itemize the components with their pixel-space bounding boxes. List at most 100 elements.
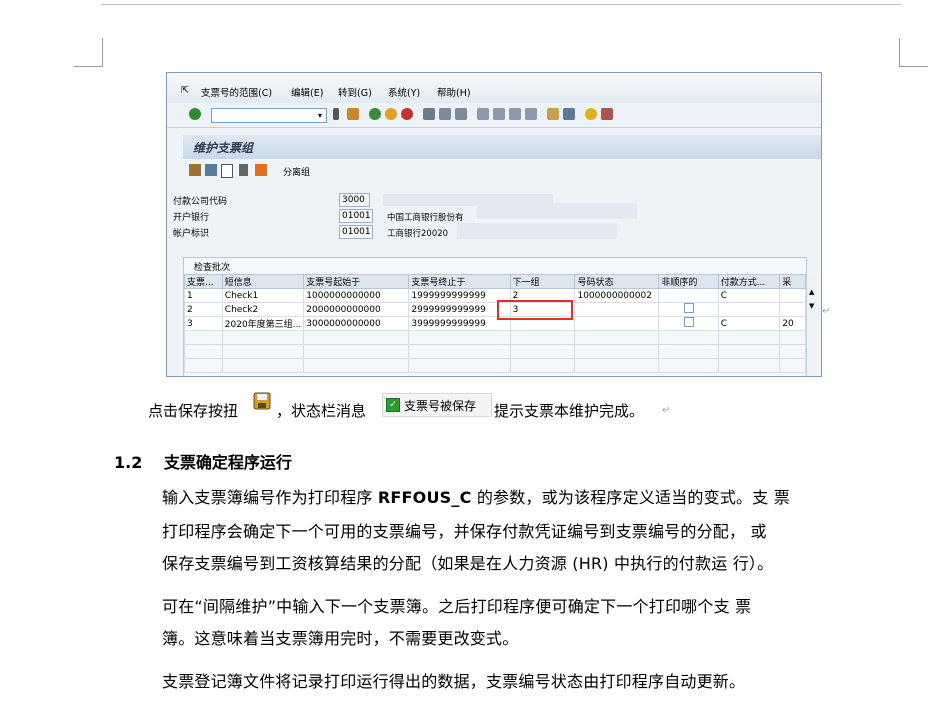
- chevron-down-icon[interactable]: ▾: [314, 109, 326, 122]
- delete-icon[interactable]: [239, 164, 248, 176]
- screen-title: 维护支票组: [193, 141, 254, 155]
- menu-item-edit[interactable]: 编辑(E): [291, 85, 323, 99]
- cell-non-sequential[interactable]: [658, 316, 719, 331]
- previous-page-icon[interactable]: [493, 108, 505, 120]
- paragraph-line: 输入支票簿编号作为打印程序 RFFOUS_C 的参数，或为该程序定义适当的变式。…: [162, 484, 790, 508]
- account-id-description: 工商银行20020: [387, 229, 449, 239]
- col-header-short-info[interactable]: 短信息: [221, 274, 305, 289]
- cell-from[interactable]: 2000000000000: [303, 302, 410, 317]
- paragraph-line: 保存支票编号到工资核算结果的分配（如果是在人力资源 (HR) 中执行的付款运 行…: [162, 554, 774, 573]
- cell-lot[interactable]: 3: [184, 316, 223, 331]
- last-page-icon[interactable]: [525, 108, 537, 120]
- sap-standard-toolbar: ▾: [167, 103, 821, 128]
- col-header-next-lot[interactable]: 下一组: [509, 274, 576, 289]
- col-header-number-status[interactable]: 号码状态: [574, 274, 660, 289]
- check-lots-table: 支票... 短信息 支票号起始于 支票号终止于 下一组 号码状态 非顺序的 付款…: [184, 274, 806, 373]
- next-page-icon[interactable]: [509, 108, 521, 120]
- split-group-icon[interactable]: [255, 164, 267, 176]
- details-icon[interactable]: [205, 164, 217, 176]
- back-icon[interactable]: [369, 108, 381, 120]
- new-session-icon[interactable]: [547, 108, 559, 120]
- col-header-non-sequential[interactable]: 非顺序的: [658, 274, 719, 289]
- non-sequential-checkbox[interactable]: [683, 303, 694, 313]
- cell-number-status[interactable]: [574, 316, 660, 331]
- first-page-icon[interactable]: [477, 108, 489, 120]
- cell-short-info[interactable]: Check2: [221, 302, 305, 317]
- save-icon[interactable]: [347, 108, 359, 120]
- paragraph-line: 支票登记簿文件将记录打印运行得出的数据，支票编号状态由打印程序自动更新。: [162, 672, 746, 691]
- cell-from[interactable]: 3000000000000: [303, 316, 410, 331]
- command-field[interactable]: ▾: [211, 108, 327, 123]
- menu-item-cheque-range[interactable]: 支票号的范围(C): [201, 85, 272, 99]
- text-fragment: 的参数，或为该程序定义适当的变式。支 票: [471, 488, 790, 507]
- highlight-box: [497, 300, 573, 320]
- exit-icon[interactable]: [385, 108, 397, 120]
- enter-icon[interactable]: [189, 108, 201, 120]
- house-bank-field[interactable]: 01001: [339, 209, 373, 223]
- cell-lot[interactable]: 2: [184, 302, 223, 317]
- cell-non-sequential[interactable]: [658, 302, 719, 317]
- menu-exit-icon[interactable]: ⇱: [181, 85, 189, 96]
- cell-to[interactable]: 2999999999999: [408, 302, 511, 317]
- table-row-empty[interactable]: [184, 358, 806, 373]
- table-row[interactable]: 2 Check2 2000000000000 2999999999999 3: [184, 302, 806, 317]
- menu-item-system[interactable]: 系统(Y): [388, 85, 420, 99]
- col-header-to[interactable]: 支票号终止于: [408, 274, 511, 289]
- company-code-field[interactable]: 3000: [339, 193, 370, 207]
- new-entries-icon[interactable]: [221, 164, 233, 178]
- cell-payment-method[interactable]: [717, 302, 781, 317]
- check-icon: ✓: [386, 398, 400, 412]
- cell-to[interactable]: 3999999999999: [408, 316, 511, 331]
- help-icon[interactable]: [585, 108, 597, 120]
- split-group-label[interactable]: 分离组: [283, 165, 310, 178]
- cell-short-info[interactable]: 2020年度第三组...: [221, 316, 305, 331]
- scroll-down-icon[interactable]: ▼: [809, 302, 814, 310]
- col-header-payment-method[interactable]: 付款方式...: [717, 274, 781, 289]
- cell-non-sequential[interactable]: [658, 288, 719, 303]
- cell-purchase[interactable]: 20: [779, 316, 806, 331]
- scroll-up-icon[interactable]: ▲: [809, 288, 814, 296]
- group-title: 检查批次: [194, 263, 231, 273]
- find-icon[interactable]: [439, 108, 451, 120]
- cell-purchase[interactable]: [779, 302, 806, 317]
- col-header-purchase[interactable]: 采: [779, 274, 806, 289]
- col-header-lot[interactable]: 支票...: [184, 274, 223, 289]
- shortcut-icon[interactable]: [563, 108, 575, 120]
- menu-item-help[interactable]: 帮助(H): [437, 85, 471, 99]
- table-row[interactable]: 3 2020年度第三组... 3000000000000 39999999999…: [184, 316, 806, 331]
- paragraph-line: 簿。这意味着当支票簿用完时，不需要更改变式。: [162, 629, 519, 648]
- cell-purchase[interactable]: [779, 288, 806, 303]
- crop-mark-right: [899, 38, 928, 67]
- table-row[interactable]: 1 Check1 1000000000000 1999999999999 2 1…: [184, 288, 806, 303]
- find-next-icon[interactable]: [455, 108, 467, 120]
- table-row-empty[interactable]: [184, 344, 806, 359]
- text-fragment: 提示支票本维护完成。: [494, 402, 645, 420]
- sap-title-bar: 维护支票组: [183, 135, 821, 159]
- cell-short-info[interactable]: Check1: [221, 288, 305, 303]
- arrow-left-icon[interactable]: [333, 108, 339, 120]
- account-id-field[interactable]: 01001: [339, 225, 373, 239]
- cell-number-status[interactable]: 1000000000002: [574, 288, 660, 303]
- cell-to[interactable]: 1999999999999: [408, 288, 511, 303]
- text-fragment: 输入支票簿编号作为打印程序: [162, 488, 378, 507]
- cell-from[interactable]: 1000000000000: [303, 288, 410, 303]
- sap-menubar: ⇱ 支票号的范围(C) 编辑(E) 转到(G) 系统(Y) 帮助(H): [167, 73, 821, 103]
- paragraph-mark: ↵: [662, 405, 671, 416]
- menu-item-goto[interactable]: 转到(G): [338, 85, 372, 99]
- cancel-icon[interactable]: [401, 108, 413, 120]
- sap-screenshot: ⇱ 支票号的范围(C) 编辑(E) 转到(G) 系统(Y) 帮助(H) ▾ 维护…: [166, 72, 822, 377]
- house-bank-description: 中国工商银行股份有: [387, 213, 464, 223]
- cell-lot[interactable]: 1: [184, 288, 223, 303]
- table-header-row: 支票... 短信息 支票号起始于 支票号终止于 下一组 号码状态 非顺序的 付款…: [184, 274, 806, 289]
- table-row-empty[interactable]: [184, 330, 806, 345]
- cell-number-status[interactable]: [574, 302, 660, 317]
- cell-payment-method[interactable]: C: [717, 316, 781, 331]
- layout-menu-icon[interactable]: [601, 108, 613, 120]
- print-icon[interactable]: [423, 108, 435, 120]
- cell-payment-method[interactable]: C: [717, 288, 781, 303]
- col-header-from[interactable]: 支票号起始于: [303, 274, 410, 289]
- table-vertical-scrollbar[interactable]: ▲ ▼: [806, 274, 819, 376]
- display-change-icon[interactable]: [189, 164, 201, 176]
- paragraph-line: 打印程序会确定下一个可用的支票编号，并保存付款凭证编号到支票编号的分配， 或: [162, 522, 767, 541]
- non-sequential-checkbox[interactable]: [683, 317, 694, 327]
